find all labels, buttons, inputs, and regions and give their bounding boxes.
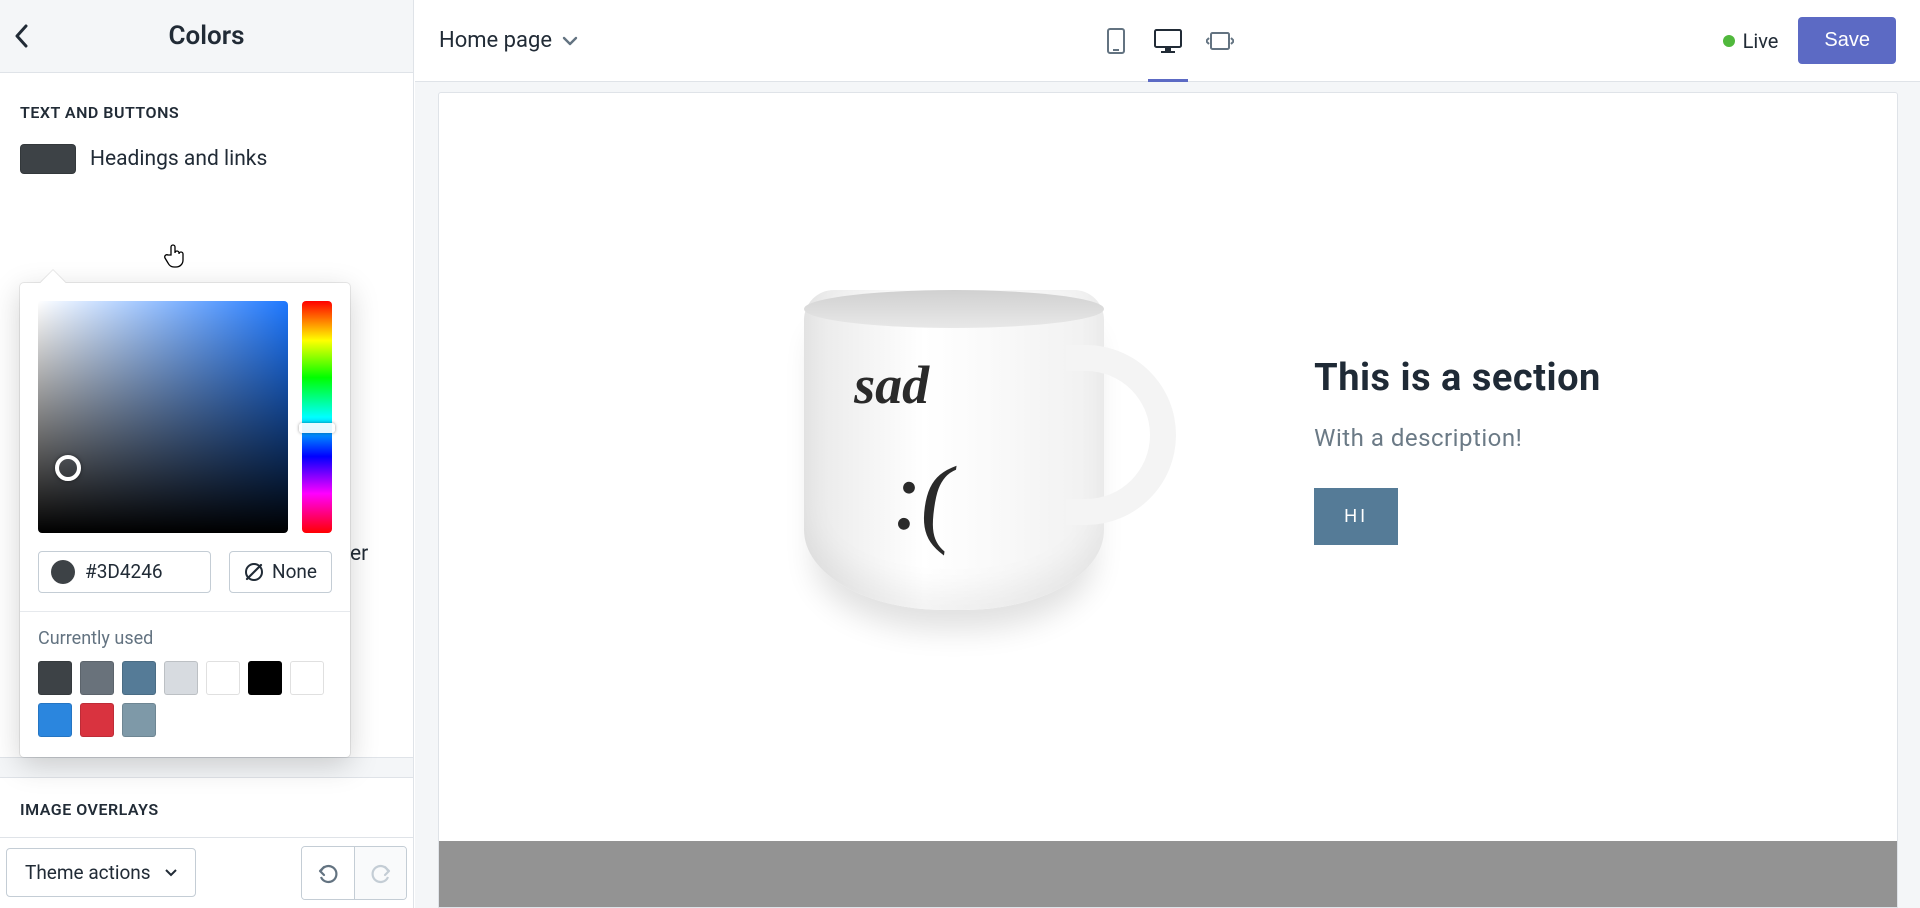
currently-used-swatch[interactable]: [38, 661, 72, 695]
hue-handle[interactable]: [299, 423, 335, 433]
live-label: Live: [1743, 29, 1779, 53]
undo-button[interactable]: [302, 847, 354, 899]
currently-used-swatch[interactable]: [290, 661, 324, 695]
viewport-fullwidth[interactable]: [1204, 25, 1236, 57]
viewport-desktop[interactable]: [1152, 25, 1184, 57]
currently-used-swatch[interactable]: [248, 661, 282, 695]
chevron-down-icon: [562, 36, 578, 46]
currently-used-swatch[interactable]: [38, 703, 72, 737]
theme-actions-dropdown[interactable]: Theme actions: [6, 848, 196, 897]
clear-color-button[interactable]: None: [229, 551, 332, 593]
live-dot-icon: [1723, 35, 1735, 47]
viewport-toggles: [1100, 25, 1236, 57]
preview-frame: sad :( This is a section With a descript…: [438, 92, 1898, 908]
hex-value-text: #3D4246: [85, 560, 163, 583]
page-selector-label: Home page: [439, 28, 552, 53]
sidebar-title: Colors: [20, 21, 393, 51]
currently-used-grid: [38, 661, 332, 737]
preview-area: sad :( This is a section With a descript…: [415, 82, 1920, 908]
section-text-block: This is a section With a description! HI: [1314, 356, 1601, 545]
swatch-headings-links[interactable]: [20, 144, 76, 174]
preview-footer-bar: [439, 841, 1897, 907]
caret-down-icon: [165, 869, 177, 877]
sidebar-body: TEXT AND BUTTONS Headings and links: [0, 73, 413, 837]
sidebar-footer: Theme actions: [0, 837, 413, 908]
hex-input[interactable]: #3D4246: [38, 551, 211, 593]
color-row-label: Headings and links: [90, 147, 267, 171]
partial-hidden-label: er: [350, 542, 368, 566]
back-button[interactable]: [14, 24, 28, 48]
saturation-field[interactable]: [38, 301, 288, 533]
sidebar-header: Colors: [0, 0, 413, 73]
eyedropper-none-icon: [244, 562, 264, 582]
hue-slider[interactable]: [302, 301, 332, 533]
currently-used-swatch[interactable]: [122, 661, 156, 695]
page-selector[interactable]: Home page: [439, 28, 578, 53]
editor-topbar: Home page Live Save: [415, 0, 1920, 82]
section-description: With a description!: [1314, 424, 1601, 452]
currently-used-swatch[interactable]: [122, 703, 156, 737]
cursor-icon: [164, 243, 188, 269]
saturation-handle[interactable]: [55, 455, 81, 481]
theme-editor-sidebar: Colors TEXT AND BUTTONS Headings and lin…: [0, 0, 414, 908]
currently-used-swatch[interactable]: [80, 661, 114, 695]
mug-face: :(: [886, 436, 963, 558]
currently-used-swatch[interactable]: [164, 661, 198, 695]
section-cta-button[interactable]: HI: [1314, 488, 1398, 545]
currently-used-swatch[interactable]: [206, 661, 240, 695]
color-picker-popover: #3D4246 None Currently used: [20, 283, 350, 757]
section-heading-image-overlays: IMAGE OVERLAYS: [0, 778, 413, 837]
color-row-headings-links[interactable]: Headings and links: [0, 140, 413, 184]
currently-used-swatch[interactable]: [80, 703, 114, 737]
product-image: sad :(: [734, 240, 1174, 660]
viewport-mobile[interactable]: [1100, 25, 1132, 57]
redo-button: [354, 847, 406, 899]
live-status: Live: [1723, 29, 1779, 53]
save-button[interactable]: Save: [1798, 17, 1896, 64]
undo-redo-group: [301, 846, 407, 900]
currently-used-label: Currently used: [38, 628, 332, 649]
section-title: This is a section: [1314, 356, 1601, 400]
none-label: None: [272, 560, 317, 583]
theme-actions-label: Theme actions: [25, 861, 151, 884]
currently-used-section: Currently used: [20, 611, 350, 757]
hex-preview-dot: [51, 560, 75, 584]
section-heading-text-buttons: TEXT AND BUTTONS: [0, 73, 413, 140]
mug-text: sad: [854, 358, 929, 412]
